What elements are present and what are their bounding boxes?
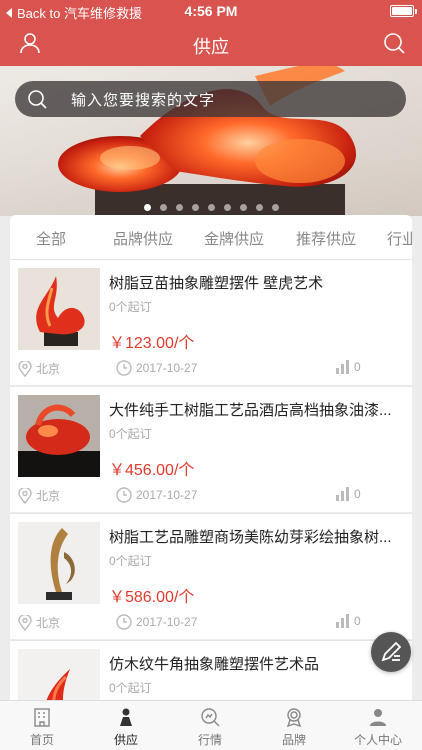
product-date: 2017-10-27 [116,360,197,376]
product-date: 2017-10-27 [116,487,197,503]
carousel-dot[interactable] [143,204,151,211]
views-count: 0 [354,614,361,628]
bar-chart-icon [336,487,349,501]
carousel-pagination [0,204,422,211]
tab-brand-supply[interactable]: 品牌供应 [113,228,173,249]
edit-pen-icon [381,641,402,662]
date-text: 2017-10-27 [136,488,198,502]
carousel-dot[interactable] [175,204,183,211]
views-count: 0 [354,487,361,501]
chart-icon [201,708,220,727]
product-price: ￥586.00/个 [109,589,195,606]
product-price: ￥123.00/个 [109,335,195,352]
product-item[interactable]: 大件纯手工树脂工艺品酒店高档抽象油漆... 0个起订 ￥456.00/个 北京 … [10,386,412,512]
product-price: ￥456.00/个 [109,462,195,479]
profile-icon [370,709,386,726]
tabbar-label: 首页 [29,733,54,747]
carousel-dot[interactable] [239,204,247,211]
location-text: 北京 [36,616,61,630]
location-pin-icon [18,360,32,377]
product-min-order: 0个起订 [109,300,152,314]
bar-chart-icon [336,614,349,628]
badge-icon [286,708,302,727]
product-location: 北京 [18,614,60,631]
carousel-dot[interactable] [191,204,199,211]
clock-icon [116,614,132,630]
product-thumbnail [18,522,100,604]
page-title: 供应 [193,37,229,57]
search-icon[interactable] [382,31,406,55]
product-min-order: 0个起订 [109,681,152,695]
building-icon [34,708,50,727]
product-views: 0 [336,360,361,374]
tabbar-item-supply[interactable]: 供应 [91,707,161,748]
views-count: 0 [354,360,361,374]
product-item[interactable]: 树脂豆苗抽象雕塑摆件 壁虎艺术 0个起订 ￥123.00/个 北京 2017-1… [10,259,412,385]
product-title: 树脂豆苗抽象雕塑摆件 壁虎艺术 [109,275,324,292]
category-tabs: 全部 品牌供应 金牌供应 推荐供应 行业 [10,215,412,259]
carousel-dot[interactable] [271,204,279,211]
product-min-order: 0个起订 [109,554,152,568]
location-pin-icon [18,487,32,504]
tabbar-label: 行情 [197,733,222,747]
product-min-order: 0个起订 [109,427,152,441]
product-list: 树脂豆苗抽象雕塑摆件 壁虎艺术 0个起订 ￥123.00/个 北京 2017-1… [10,259,412,700]
carousel-dot[interactable] [223,204,231,211]
bottom-tab-bar: 首页 供应 行情 品牌 个人中心 [0,700,422,750]
product-title: 大件纯手工树脂工艺品酒店高档抽象油漆... [109,402,392,419]
product-thumbnail [18,649,100,700]
clock-icon [116,487,132,503]
product-thumbnail [18,395,100,477]
tabbar-item-market[interactable]: 行情 [175,707,245,748]
date-text: 2017-10-27 [136,361,198,375]
product-views: 0 [336,487,361,501]
location-pin-icon [18,614,32,631]
status-time: 4:56 PM [184,3,238,19]
status-bar: Back to 汽车维修救援 4:56 PM [0,0,422,22]
date-text: 2017-10-27 [136,615,198,629]
product-title: 仿木纹牛角抽象雕塑摆件艺术品 [109,656,320,673]
carousel-dot[interactable] [159,204,167,211]
nav-bar: 供应 [0,22,422,66]
banner-carousel[interactable]: 输入您要搜索的文字 [0,66,422,216]
product-views: 0 [336,614,361,628]
product-location: 北京 [18,360,60,377]
carousel-dot[interactable] [255,204,263,211]
product-date: 2017-10-27 [116,614,197,630]
tabbar-label: 供应 [113,733,138,747]
product-item[interactable]: 树脂工艺品雕塑商场美陈幼芽彩绘抽象树... 0个起订 ￥586.00/个 北京 … [10,513,412,639]
tab-recommended-supply[interactable]: 推荐供应 [296,228,356,249]
product-title: 树脂工艺品雕塑商场美陈幼芽彩绘抽象树... [109,529,392,546]
tab-gold-supply[interactable]: 金牌供应 [204,228,264,249]
location-text: 北京 [36,489,61,503]
search-icon [28,90,47,109]
carousel-dot[interactable] [207,204,215,211]
floating-edit-button[interactable] [371,632,411,672]
tab-all[interactable]: 全部 [36,228,66,249]
tabbar-label: 品牌 [281,733,306,747]
search-placeholder: 输入您要搜索的文字 [71,92,216,109]
person-icon [120,708,132,726]
product-location: 北京 [18,487,60,504]
banner-search-bar[interactable]: 输入您要搜索的文字 [15,81,406,117]
clock-icon [116,360,132,376]
location-text: 北京 [36,362,61,376]
tabbar-item-brand[interactable]: 品牌 [259,707,329,748]
tabbar-item-home[interactable]: 首页 [7,707,77,748]
tabbar-item-profile[interactable]: 个人中心 [343,707,413,748]
product-item[interactable]: 仿木纹牛角抽象雕塑摆件艺术品 0个起订 [10,640,412,700]
product-thumbnail [18,268,100,350]
bar-chart-icon [336,360,349,374]
tabbar-label: 个人中心 [353,733,402,747]
tab-industry[interactable]: 行业 [387,228,412,249]
battery-icon [390,5,417,17]
